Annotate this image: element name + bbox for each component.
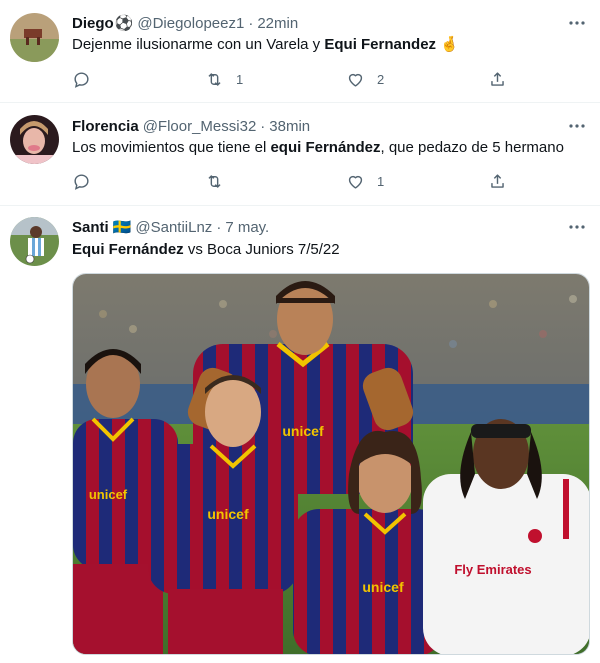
like-button[interactable]: 1: [346, 170, 384, 192]
share-button[interactable]: [488, 170, 507, 192]
reply-button[interactable]: [72, 170, 105, 192]
like-count: 1: [377, 173, 385, 189]
tweet-text-part: vs Boca Juniors 7/5/22: [183, 241, 340, 258]
heart-icon: [348, 73, 363, 87]
display-name[interactable]: Diego: [72, 15, 114, 32]
separator-dot: ·: [216, 218, 222, 236]
retweet-count: 1: [236, 71, 244, 87]
soccer-ball-icon: ⚽: [114, 15, 134, 32]
like-button[interactable]: 2: [346, 68, 384, 90]
crossed-fingers-emoji: 🤞: [436, 36, 459, 53]
tweet-text-part: Los movimientos que tiene el: [72, 139, 271, 156]
reply-icon: [74, 173, 89, 190]
tweet-text-part: Dejenme ilusionarme con un Varela y: [72, 36, 325, 53]
jersey-sponsor-text: unicef: [207, 506, 249, 522]
avatar-image: [10, 115, 59, 164]
jersey-sponsor-text: unicef: [362, 579, 404, 595]
more-options-icon[interactable]: [566, 115, 588, 137]
avatar[interactable]: [10, 115, 59, 164]
reply-button[interactable]: [72, 68, 105, 90]
heart-icon: [348, 175, 363, 189]
reply-icon: [74, 71, 89, 88]
user-handle[interactable]: @Floor_Messi32: [143, 118, 257, 135]
user-handle[interactable]: @SantiiLnz: [135, 219, 212, 236]
display-name[interactable]: Santi: [72, 219, 109, 236]
retweet-button[interactable]: 1: [205, 68, 243, 90]
display-name[interactable]: Florencia: [72, 118, 139, 135]
milan-sponsor-text: Fly Emirates: [454, 562, 531, 577]
retweet-icon: [208, 174, 221, 188]
jersey-sponsor-text: unicef: [89, 487, 128, 502]
tweet-text: Los movimientos que tiene el equi Fernán…: [72, 138, 564, 158]
avatar-image: [10, 217, 59, 266]
tweet-text: Equi Fernández vs Boca Juniors 7/5/22: [72, 240, 340, 260]
tweet-media-photo[interactable]: unicef unicef unicef unicef Fly Emirates: [72, 273, 590, 655]
user-handle[interactable]: @Diegolopeez1: [137, 15, 244, 32]
tweet-actions: 1 2: [72, 68, 512, 90]
tweet-mention-bold: Equi Fernandez: [324, 36, 437, 53]
tweet-text-part: , que pedazo de 5 hermano: [380, 139, 564, 156]
tweet-timestamp[interactable]: 38min: [269, 118, 310, 135]
tweet-text: Dejenme ilusionarme con un Varela y Equi…: [72, 35, 459, 55]
retweet-button[interactable]: [205, 170, 238, 192]
tweet-timestamp[interactable]: 22min: [257, 15, 298, 32]
retweet-icon: [208, 72, 221, 86]
more-options-icon[interactable]: [566, 12, 588, 34]
like-count: 2: [377, 71, 385, 87]
share-icon: [491, 173, 504, 188]
football-team-photo: unicef unicef unicef unicef Fly Emirates: [73, 274, 589, 654]
separator-dot: ·: [260, 117, 266, 135]
tweet-2[interactable]: Florencia @Floor_Messi32 · 38min Los mov…: [0, 103, 600, 206]
tweet-timestamp[interactable]: 7 may.: [225, 219, 269, 236]
tweet-actions: 1: [72, 170, 512, 192]
tweet-1[interactable]: Diego ⚽ @Diegolopeez1 · 22min Dejenme il…: [0, 0, 600, 103]
tweet-mention-bold: Equi Fernández: [72, 241, 184, 258]
share-icon: [491, 71, 504, 86]
tweet-mention-bold: equi Fernández: [270, 139, 381, 156]
more-options-icon[interactable]: [566, 216, 588, 238]
avatar[interactable]: [10, 13, 59, 62]
avatar[interactable]: [10, 217, 59, 266]
sweden-flag-icon: 🇸🇪: [112, 219, 132, 236]
share-button[interactable]: [488, 68, 507, 90]
jersey-sponsor-text: unicef: [282, 423, 324, 439]
separator-dot: ·: [248, 14, 254, 32]
avatar-image: [10, 13, 59, 62]
